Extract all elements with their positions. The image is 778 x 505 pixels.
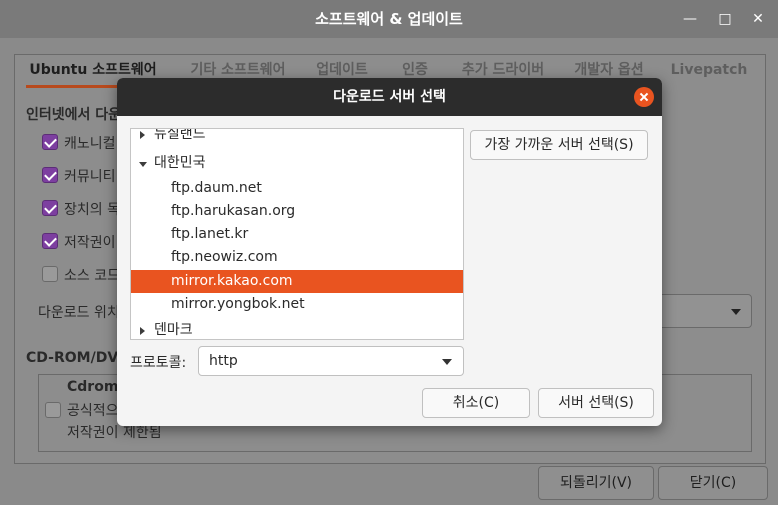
tree-row-label: ftp.neowiz.com — [171, 249, 278, 265]
main-window-title: 소프트웨어 & 업데이트 — [315, 10, 463, 28]
cancel-button[interactable]: 취소(C) — [422, 388, 530, 418]
option-source-label: 소스 코드 — [64, 268, 120, 284]
tree-row-label: ftp.harukasan.org — [171, 203, 296, 219]
close-window-icon[interactable]: ✕ — [746, 0, 770, 38]
revert-button[interactable]: 되돌리기(V) — [538, 466, 654, 500]
tree-row-label: ftp.daum.net — [171, 180, 262, 196]
select-server-button[interactable]: 서버 선택(S) — [538, 388, 654, 418]
close-button[interactable]: 닫기(C) — [658, 466, 768, 500]
tree-server-row-selected[interactable]: mirror.kakao.com — [131, 270, 463, 293]
option-source-checkbox[interactable] — [42, 266, 58, 282]
option-main-label: 캐노니컬 — [64, 136, 116, 152]
chevron-down-icon — [442, 359, 452, 365]
cdrom-line-1: 공식적으 — [67, 403, 119, 419]
tree-country-new-zealand[interactable]: 뉴질랜드 — [131, 128, 463, 146]
option-restricted-label: 장치의 독 — [64, 202, 120, 218]
expander-closed-icon[interactable] — [140, 131, 145, 139]
tree-country-denmark[interactable]: 덴마크 — [131, 319, 463, 339]
tree-row-label: 대한민국 — [154, 155, 206, 171]
tree-row-label: mirror.kakao.com — [171, 273, 293, 289]
close-icon[interactable] — [634, 87, 654, 107]
option-multiverse-label: 저작권이 — [64, 235, 116, 251]
dialog-title: 다운로드 서버 선택 — [333, 89, 446, 105]
cdrom-checkbox[interactable] — [45, 402, 61, 418]
tree-server-row[interactable]: mirror.yongbok.net — [131, 293, 463, 316]
option-universe-label: 커뮤니티 — [64, 169, 116, 185]
minimize-icon[interactable]: — — [678, 0, 702, 38]
option-main-checkbox[interactable] — [42, 134, 58, 150]
select-server-dialog: 다운로드 서버 선택 뉴질랜드 대한민국 ftp.daum.net ftp.ha… — [117, 78, 662, 426]
cdrom-name: Cdrom — [67, 379, 119, 395]
download-from-label: 다운로드 위치 — [38, 305, 120, 321]
tree-server-row[interactable]: ftp.neowiz.com — [131, 246, 463, 269]
expander-closed-icon[interactable] — [140, 327, 145, 335]
option-restricted-checkbox[interactable] — [42, 200, 58, 216]
select-nearest-server-button[interactable]: 가장 가까운 서버 선택(S) — [470, 130, 648, 160]
tree-row-label: 뉴질랜드 — [154, 128, 206, 142]
protocol-value: http — [209, 353, 238, 369]
option-universe-checkbox[interactable] — [42, 167, 58, 183]
internet-section-label: 인터넷에서 다운 — [26, 107, 122, 123]
expander-open-icon[interactable] — [139, 162, 147, 167]
tree-server-row[interactable]: ftp.daum.net — [131, 177, 463, 200]
dialog-titlebar: 다운로드 서버 선택 — [117, 78, 662, 116]
tree-country-korea[interactable]: 대한민국 — [131, 152, 463, 175]
cdrom-section-label: CD-ROM/DVD — [26, 350, 130, 366]
tree-row-label: 덴마크 — [154, 322, 193, 338]
main-window-titlebar: 소프트웨어 & 업데이트 — [0, 0, 778, 38]
tree-row-label: ftp.lanet.kr — [171, 226, 249, 242]
tab-livepatch[interactable]: Livepatch — [670, 56, 748, 88]
option-multiverse-checkbox[interactable] — [42, 233, 58, 249]
protocol-label: 프로토콜: — [130, 355, 187, 371]
maximize-icon[interactable]: □ — [713, 0, 737, 38]
tree-server-row[interactable]: ftp.harukasan.org — [131, 200, 463, 223]
chevron-down-icon — [731, 309, 741, 315]
tree-server-row[interactable]: ftp.lanet.kr — [131, 223, 463, 246]
server-tree[interactable]: 뉴질랜드 대한민국 ftp.daum.net ftp.harukasan.org… — [130, 128, 464, 340]
tree-row-label: mirror.yongbok.net — [171, 296, 305, 312]
protocol-select[interactable]: http — [198, 346, 464, 376]
